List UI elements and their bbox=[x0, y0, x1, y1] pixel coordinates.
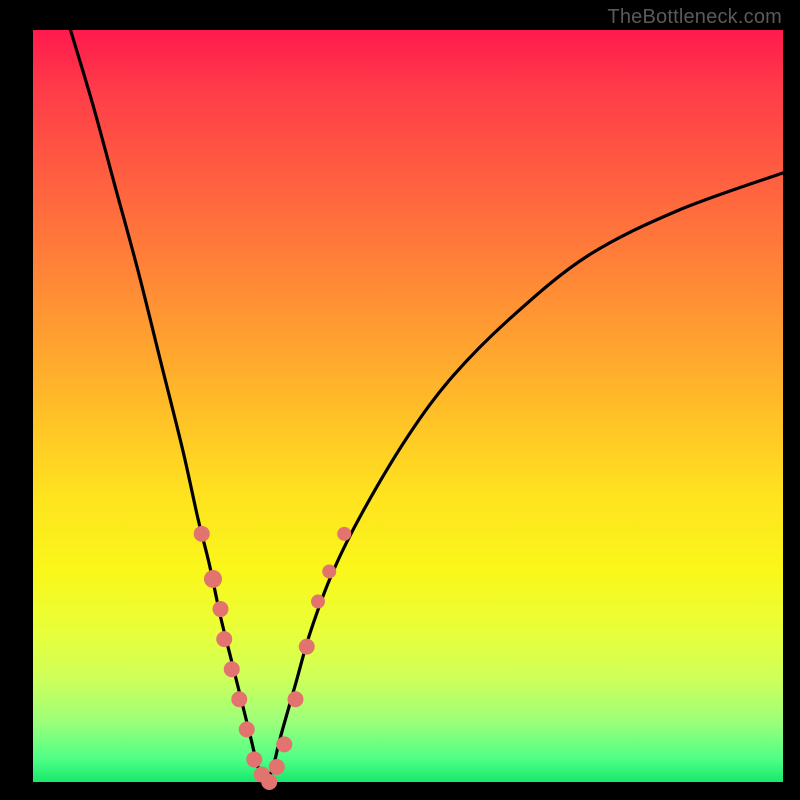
watermark-text: TheBottleneck.com bbox=[607, 6, 782, 29]
curve-layer bbox=[33, 30, 783, 782]
datapoint-marker bbox=[224, 661, 240, 677]
datapoint-marker bbox=[231, 691, 247, 707]
datapoint-marker bbox=[194, 526, 210, 542]
datapoint-marker bbox=[213, 601, 229, 617]
datapoint-marker bbox=[299, 639, 315, 655]
bottleneck-curve bbox=[71, 30, 784, 782]
datapoint-marker bbox=[246, 751, 262, 767]
plot-area bbox=[33, 30, 783, 782]
datapoint-marker bbox=[261, 774, 277, 790]
datapoint-marker bbox=[288, 691, 304, 707]
datapoint-marker bbox=[337, 527, 351, 541]
datapoint-marker bbox=[269, 759, 285, 775]
chart-frame: TheBottleneck.com bbox=[0, 0, 800, 800]
datapoint-marker bbox=[322, 564, 336, 578]
datapoint-marker bbox=[311, 595, 325, 609]
datapoint-marker bbox=[276, 736, 292, 752]
datapoint-markers bbox=[194, 526, 352, 790]
datapoint-marker bbox=[216, 631, 232, 647]
datapoint-marker bbox=[239, 721, 255, 737]
datapoint-marker bbox=[204, 570, 222, 588]
